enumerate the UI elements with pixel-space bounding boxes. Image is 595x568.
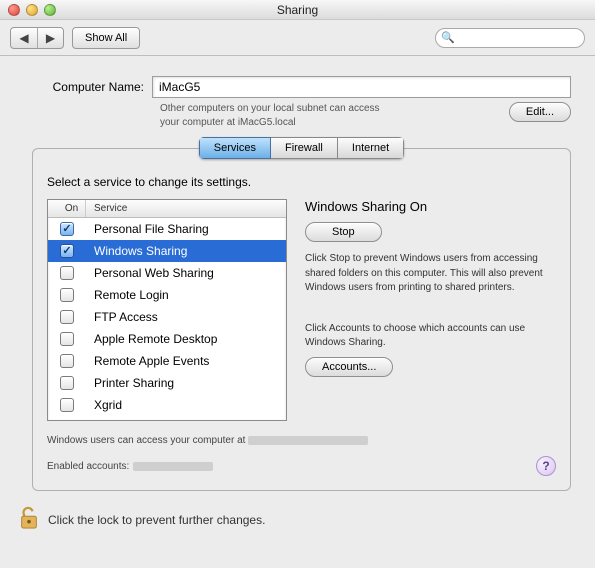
service-label: Xgrid	[86, 398, 286, 412]
tab-firewall[interactable]: Firewall	[271, 137, 338, 159]
service-label: Printer Sharing	[86, 376, 286, 390]
show-all-button[interactable]: Show All	[72, 27, 140, 49]
titlebar: Sharing	[0, 0, 595, 20]
hint-line-2: your computer at iMacG5.local	[160, 117, 296, 128]
list-item[interactable]: Remote Apple Events	[48, 350, 286, 372]
stop-button[interactable]: Stop	[305, 222, 382, 242]
check-icon: ✓	[62, 246, 71, 257]
col-header-service[interactable]: Service	[86, 200, 286, 217]
search-wrap: 🔍	[435, 28, 585, 48]
computer-name-label: Computer Name:	[32, 80, 152, 94]
help-button[interactable]: ?	[536, 456, 556, 476]
redacted-address	[248, 436, 368, 445]
tab-internet[interactable]: Internet	[338, 137, 404, 159]
lock-row: Click the lock to prevent further change…	[0, 497, 595, 544]
list-header: On Service	[48, 200, 286, 218]
service-checkbox[interactable]	[60, 398, 74, 412]
service-label: Personal File Sharing	[86, 222, 286, 236]
panel-prompt: Select a service to change its settings.	[47, 175, 556, 189]
services-panel: Services Firewall Internet Select a serv…	[32, 148, 571, 491]
list-item[interactable]: Printer Sharing	[48, 372, 286, 394]
window-controls	[8, 4, 56, 16]
access-line: Windows users can access your computer a…	[47, 435, 556, 446]
service-detail: Windows Sharing On Stop Click Stop to pr…	[305, 199, 556, 421]
search-input[interactable]	[435, 28, 585, 48]
service-label: FTP Access	[86, 310, 286, 324]
redacted-accounts	[133, 462, 213, 471]
computer-name-input[interactable]	[152, 76, 571, 98]
computer-name-hint: Other computers on your local subnet can…	[160, 102, 509, 130]
service-checkbox[interactable]	[60, 354, 74, 368]
tab-services[interactable]: Services	[199, 137, 271, 159]
service-label: Remote Apple Events	[86, 354, 286, 368]
service-label: Apple Remote Desktop	[86, 332, 286, 346]
service-checkbox[interactable]	[60, 332, 74, 346]
computer-name-row: Computer Name:	[32, 76, 571, 98]
service-checkbox[interactable]	[60, 266, 74, 280]
enabled-accounts-label: Enabled accounts:	[47, 461, 129, 472]
zoom-icon[interactable]	[44, 4, 56, 16]
detail-title: Windows Sharing On	[305, 199, 556, 214]
access-text: Windows users can access your computer a…	[47, 435, 248, 446]
sharing-preferences-window: Sharing ◀ ▶ Show All 🔍 Computer Name: Ot…	[0, 0, 595, 544]
list-item[interactable]: Xgrid	[48, 394, 286, 416]
panel-footer: Windows users can access your computer a…	[47, 435, 556, 476]
services-list: On Service ✓ Personal File Sharing ✓ Window…	[47, 199, 287, 421]
accounts-description: Click Accounts to choose which accounts …	[305, 322, 556, 351]
accounts-button[interactable]: Accounts...	[305, 357, 393, 377]
service-checkbox[interactable]	[60, 376, 74, 390]
service-checkbox[interactable]: ✓	[60, 244, 74, 258]
service-checkbox[interactable]	[60, 288, 74, 302]
list-item[interactable]: Personal Web Sharing	[48, 262, 286, 284]
service-label: Personal Web Sharing	[86, 266, 286, 280]
service-label: Windows Sharing	[86, 244, 286, 258]
service-label: Remote Login	[86, 288, 286, 302]
tab-bar: Services Firewall Internet	[33, 137, 570, 159]
lock-text: Click the lock to prevent further change…	[48, 513, 265, 527]
window-title: Sharing	[0, 3, 595, 17]
check-icon: ✓	[62, 224, 71, 235]
service-checkbox[interactable]: ✓	[60, 222, 74, 236]
unlock-icon[interactable]	[18, 505, 40, 534]
service-checkbox[interactable]	[60, 310, 74, 324]
toolbar: ◀ ▶ Show All 🔍	[0, 20, 595, 56]
list-item[interactable]: Apple Remote Desktop	[48, 328, 286, 350]
list-item[interactable]: ✓ Personal File Sharing	[48, 218, 286, 240]
minimize-icon[interactable]	[26, 4, 38, 16]
hint-line-1: Other computers on your local subnet can…	[160, 103, 380, 114]
edit-button[interactable]: Edit...	[509, 102, 571, 122]
back-button[interactable]: ◀	[11, 28, 37, 48]
forward-button[interactable]: ▶	[37, 28, 63, 48]
close-icon[interactable]	[8, 4, 20, 16]
list-item[interactable]: FTP Access	[48, 306, 286, 328]
list-item[interactable]: ✓ Windows Sharing	[48, 240, 286, 262]
stop-description: Click Stop to prevent Windows users from…	[305, 252, 556, 296]
nav-back-forward: ◀ ▶	[10, 27, 64, 49]
search-icon: 🔍	[441, 31, 455, 44]
list-item[interactable]: Remote Login	[48, 284, 286, 306]
col-header-on[interactable]: On	[48, 200, 86, 217]
